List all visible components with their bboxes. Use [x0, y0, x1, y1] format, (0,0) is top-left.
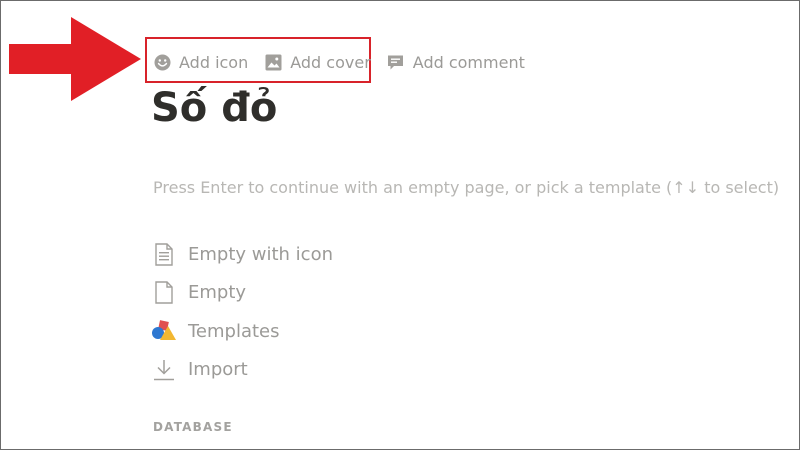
option-empty-with-icon[interactable]: Empty with icon	[151, 235, 471, 274]
template-option-list: Empty with icon Empty Templates Import	[151, 235, 471, 389]
add-cover-label: Add cover	[290, 52, 371, 72]
comment-icon	[387, 53, 405, 71]
option-label: Templates	[188, 320, 280, 342]
page-title[interactable]: Số đỏ	[151, 85, 277, 131]
option-label: Import	[188, 359, 248, 381]
add-icon-button[interactable]: Add icon	[153, 53, 248, 72]
blank-document-icon	[151, 280, 177, 306]
database-section-label: DATABASE	[153, 420, 233, 434]
smiley-icon	[153, 53, 171, 71]
option-empty[interactable]: Empty	[151, 274, 471, 313]
add-comment-label: Add comment	[412, 52, 525, 72]
document-lines-icon	[151, 241, 177, 267]
add-cover-button[interactable]: Add cover	[264, 53, 371, 72]
notion-page: Add icon Add cover Add comment Số đỏ Pre…	[0, 0, 800, 450]
option-label: Empty with icon	[188, 243, 333, 265]
option-import[interactable]: Import	[151, 351, 471, 390]
empty-page-hint: Press Enter to continue with an empty pa…	[153, 178, 780, 197]
add-icon-label: Add icon	[179, 52, 249, 72]
templates-shapes-icon	[151, 318, 177, 344]
option-templates[interactable]: Templates	[151, 312, 471, 351]
red-arrow-annotation	[9, 17, 141, 101]
add-comment-button[interactable]: Add comment	[387, 53, 525, 72]
page-actions-bar: Add icon Add cover Add comment	[153, 51, 541, 73]
image-icon	[264, 53, 282, 71]
option-label: Empty	[188, 282, 247, 304]
download-icon	[151, 357, 177, 383]
